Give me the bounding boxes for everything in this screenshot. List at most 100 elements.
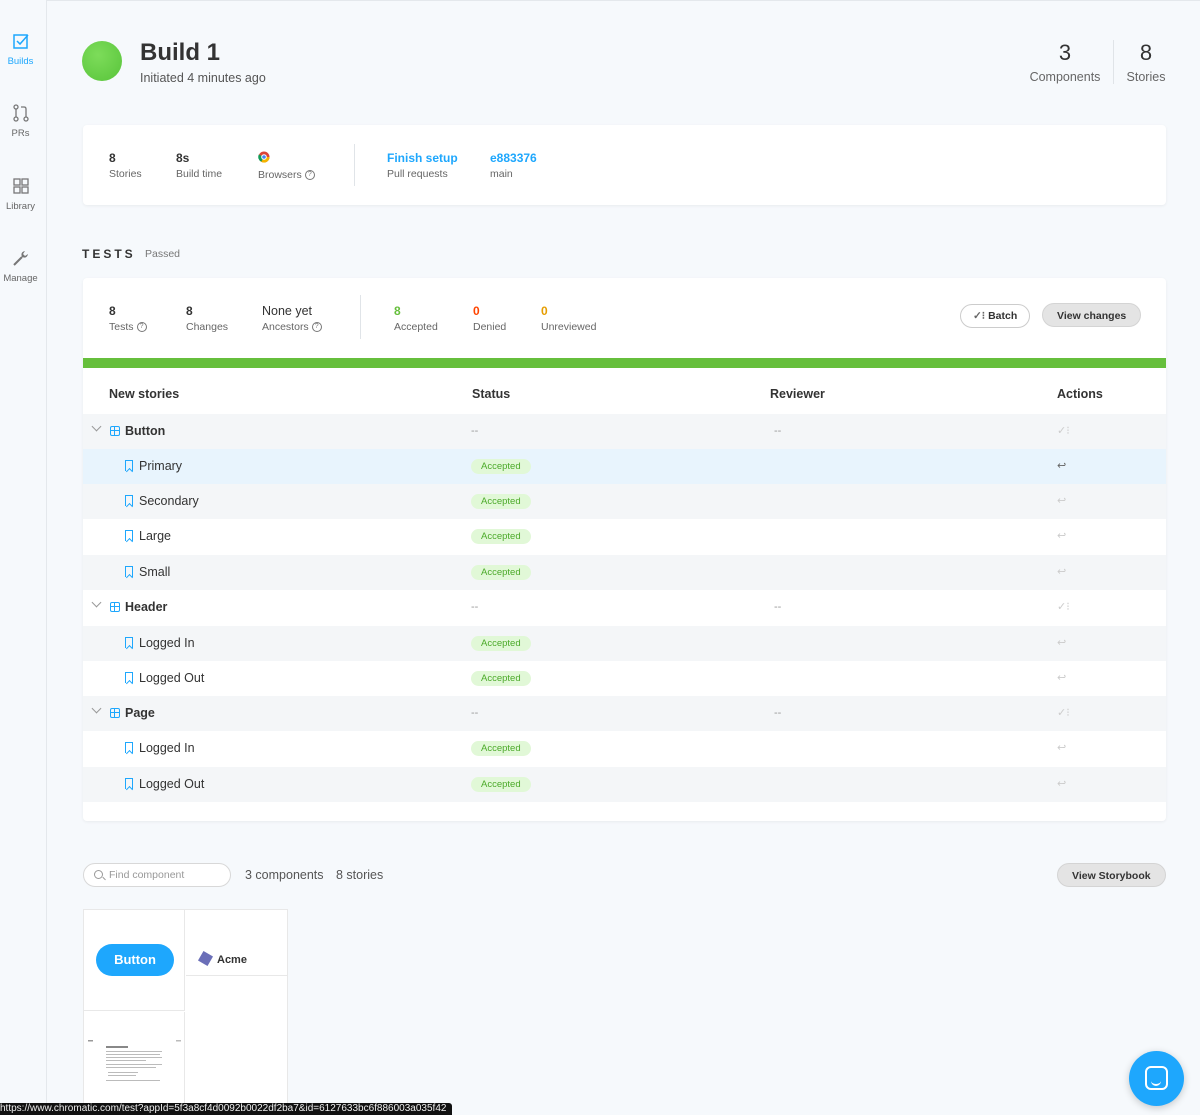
chat-icon <box>1145 1066 1168 1090</box>
story-row-logged-out[interactable]: Logged Out Accepted ↩ <box>83 767 1166 802</box>
browser-list <box>258 151 315 166</box>
column-header-status: Status <box>472 387 511 401</box>
component-row-header[interactable]: Header -- -- ✓⁝ <box>83 590 1166 625</box>
ancestors: None yet Ancestors? <box>262 304 322 333</box>
finish-setup-link[interactable]: Finish setup <box>387 151 458 165</box>
batch-accept-icon[interactable]: ✓⁝ <box>1057 424 1070 437</box>
meta-browsers[interactable]: Browsers? <box>258 151 315 181</box>
changes-count-label: Changes <box>186 321 229 333</box>
accepted-count[interactable]: 8 Accepted <box>394 304 438 333</box>
components-label: Components <box>1029 70 1101 84</box>
undo-icon[interactable]: ↩ <box>1057 741 1066 754</box>
undo-icon[interactable]: ↩ <box>1057 529 1066 542</box>
story-row-large[interactable]: Large Accepted ↩ <box>83 519 1166 554</box>
story-name: Logged In <box>139 741 195 755</box>
stories-stat[interactable]: 8 Stories <box>1124 40 1168 84</box>
unreviewed-count[interactable]: 0 Unreviewed <box>541 304 596 333</box>
meta-stories: 8 Stories <box>109 151 142 180</box>
batch-label: Batch <box>988 310 1018 322</box>
meta-commit[interactable]: e883376 main <box>490 151 537 180</box>
undo-icon[interactable]: ↩ <box>1057 636 1066 649</box>
story-row-logged-in[interactable]: Logged In Accepted ↩ <box>83 731 1166 766</box>
components-stat[interactable]: 3 Components <box>1028 40 1102 84</box>
batch-accept-icon[interactable]: ✓⁝ <box>1057 600 1070 613</box>
tests-count-label: Tests <box>109 321 134 333</box>
view-storybook-button[interactable]: View Storybook <box>1057 863 1166 887</box>
accepted-count-label: Accepted <box>394 321 438 333</box>
status-badge: Accepted <box>471 636 531 651</box>
batch-button[interactable]: ✓⁝ Batch <box>960 304 1031 328</box>
story-row-small[interactable]: Small Accepted ↩ <box>83 555 1166 590</box>
grid-icon <box>12 178 29 194</box>
status-badge: Accepted <box>471 777 531 792</box>
story-row-logged-in[interactable]: Logged In Accepted ↩ <box>83 626 1166 661</box>
story-row-primary[interactable]: Primary Accepted ↩ <box>83 449 1166 484</box>
undo-icon[interactable]: ↩ <box>1057 671 1066 684</box>
component-icon <box>110 426 120 436</box>
meta-stories-label: Stories <box>109 168 142 180</box>
undo-icon[interactable]: ↩ <box>1057 777 1066 790</box>
denied-count-value: 0 <box>473 304 480 318</box>
commit-link[interactable]: e883376 <box>490 151 537 165</box>
checkbox-icon <box>12 34 29 49</box>
chevron-down-icon[interactable] <box>91 597 102 608</box>
component-name: Header <box>125 600 168 614</box>
status-placeholder: -- <box>471 707 479 719</box>
build-subtitle: Initiated 4 minutes ago <box>140 71 266 85</box>
help-icon[interactable]: ? <box>304 170 315 180</box>
story-icon <box>125 672 133 683</box>
help-icon[interactable]: ? <box>311 322 322 332</box>
changes-count-value: 8 <box>186 304 193 318</box>
undo-icon[interactable]: ↩ <box>1057 565 1066 578</box>
meta-browsers-label: Browsers <box>258 169 302 181</box>
sidebar-item-library[interactable]: Library <box>0 176 41 212</box>
chevron-down-icon[interactable] <box>91 421 102 432</box>
wrench-icon <box>12 251 28 266</box>
batch-accept-icon[interactable]: ✓⁝ <box>1057 706 1070 719</box>
meta-pull-requests[interactable]: Finish setup Pull requests <box>387 151 458 180</box>
help-icon[interactable]: ? <box>136 322 147 332</box>
thumbnail-page[interactable] <box>84 1012 185 1115</box>
components-count-text: 3 components <box>245 868 324 882</box>
divider <box>1113 40 1114 84</box>
status-badge: Accepted <box>471 671 531 686</box>
story-icon <box>125 637 133 648</box>
sidebar-item-builds[interactable]: Builds <box>0 31 41 67</box>
components-count: 3 <box>1058 40 1072 65</box>
story-icon <box>125 566 133 577</box>
story-icon <box>125 495 133 506</box>
story-icon <box>125 530 133 541</box>
thumbnail-button[interactable]: Button <box>84 910 185 1011</box>
chevron-down-icon[interactable] <box>91 703 102 714</box>
denied-count[interactable]: 0 Denied <box>473 304 506 333</box>
undo-icon[interactable]: ↩ <box>1057 459 1066 472</box>
stories-label: Stories <box>1126 70 1166 84</box>
story-row-logged-out[interactable]: Logged Out Accepted ↩ <box>83 661 1166 696</box>
tests-heading: TESTS <box>82 247 136 261</box>
view-changes-button[interactable]: View changes <box>1042 303 1142 327</box>
status-badge: Accepted <box>471 741 531 756</box>
chat-launcher-button[interactable] <box>1129 1051 1184 1106</box>
story-name: Logged In <box>139 636 195 650</box>
reviewer-placeholder: -- <box>774 425 782 437</box>
column-header-reviewer: Reviewer <box>770 387 825 401</box>
find-component-input[interactable]: Find component <box>83 863 231 887</box>
unreviewed-count-label: Unreviewed <box>541 321 597 333</box>
sidebar-item-manage[interactable]: Manage <box>0 248 41 284</box>
component-row-button[interactable]: Button -- -- ✓⁝ <box>83 414 1166 449</box>
changes-count: 8 Changes <box>186 304 228 333</box>
thumbnail-header[interactable]: Acme <box>186 910 287 976</box>
meta-build-time: 8s Build time <box>176 151 222 180</box>
sidebar-item-label: Manage <box>3 273 38 284</box>
batch-check-icon: ✓⁝ <box>973 310 986 322</box>
component-row-page[interactable]: Page -- -- ✓⁝ <box>83 696 1166 731</box>
story-row-secondary[interactable]: Secondary Accepted ↩ <box>83 484 1166 519</box>
component-name: Button <box>125 424 166 438</box>
thumbnail-header-preview: Acme <box>197 950 247 967</box>
story-name: Secondary <box>139 494 199 508</box>
sidebar-item-prs[interactable]: PRs <box>0 103 41 139</box>
ancestors-label: Ancestors <box>262 321 309 333</box>
ancestors-value: None yet <box>262 304 313 318</box>
undo-icon[interactable]: ↩ <box>1057 494 1066 507</box>
reviewer-placeholder: -- <box>774 601 782 613</box>
